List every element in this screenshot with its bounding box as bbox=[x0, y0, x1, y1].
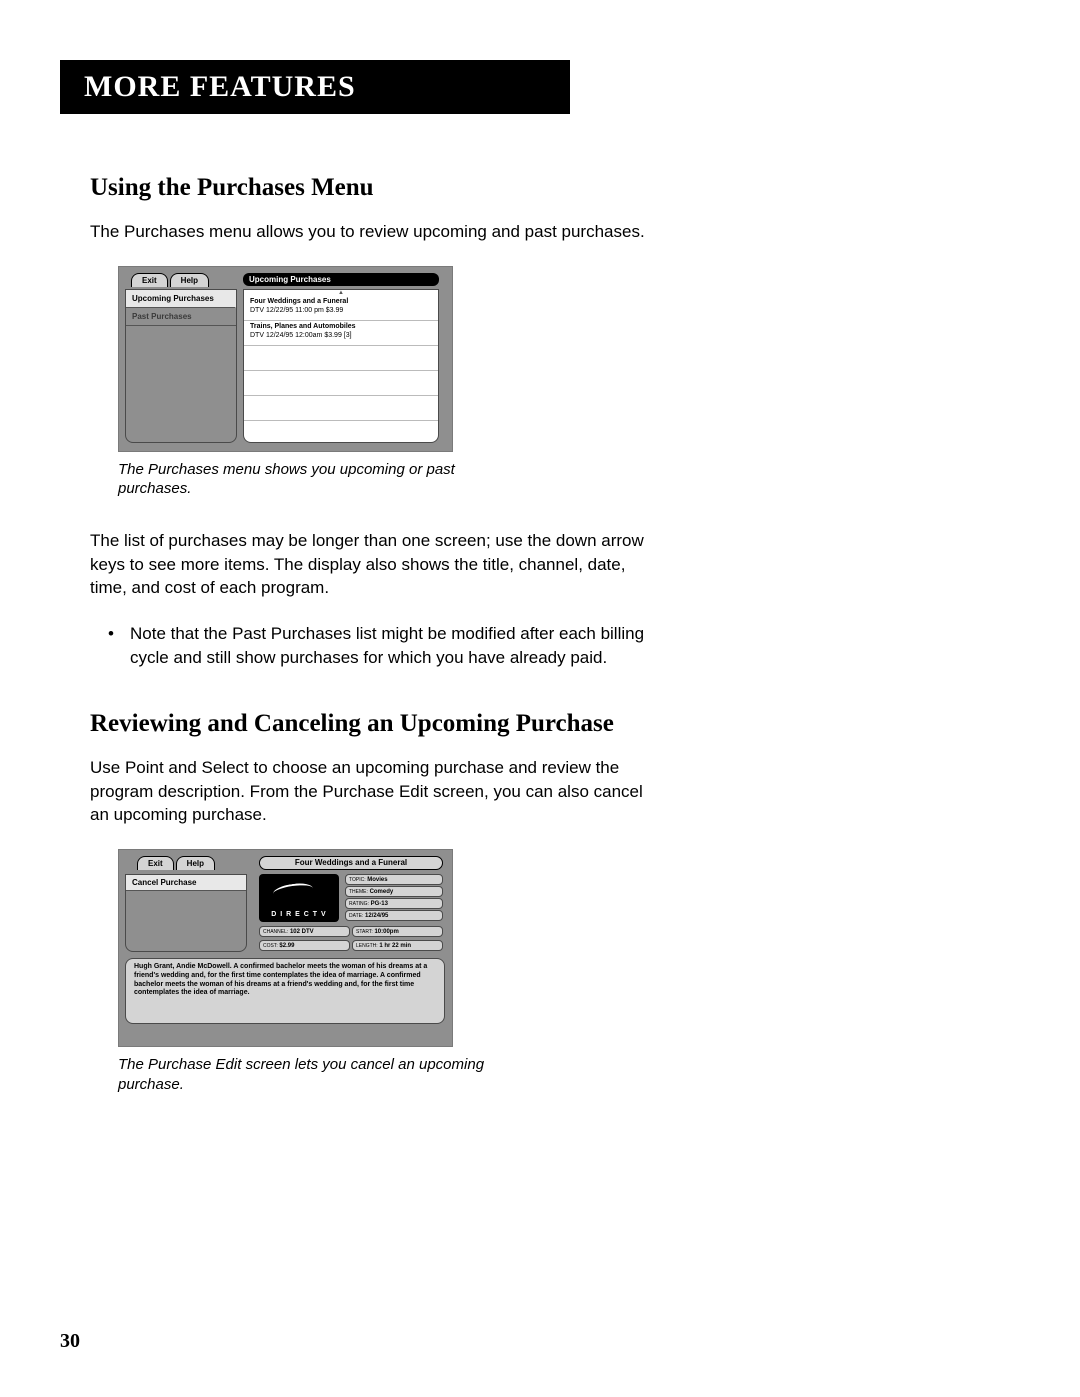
bullet-note: Note that the Past Purchases list might … bbox=[108, 622, 648, 670]
program-description: Hugh Grant, Andie McDowell. A confirmed … bbox=[125, 958, 445, 1024]
list-heading: Upcoming Purchases bbox=[243, 273, 439, 286]
start-field: START: 10:00pm bbox=[352, 926, 443, 937]
exit-tab[interactable]: Exit bbox=[131, 273, 168, 287]
list-item-empty bbox=[244, 396, 438, 421]
item-meta: DTV 12/24/95 12:00am $3.99 [3] bbox=[250, 332, 432, 341]
item-title: Four Weddings and a Funeral bbox=[250, 298, 432, 307]
length-field: LENGTH: 1 hr 22 min bbox=[352, 940, 443, 951]
exit-tab[interactable]: Exit bbox=[137, 856, 174, 870]
purchases-sidebar: Upcoming Purchases Past Purchases bbox=[125, 289, 237, 443]
body-paragraph: The list of purchases may be longer than… bbox=[90, 529, 650, 600]
list-item[interactable]: Trains, Planes and Automobiles DTV 12/24… bbox=[244, 321, 438, 346]
page-number: 30 bbox=[60, 1330, 80, 1353]
item-title: Trains, Planes and Automobiles bbox=[250, 323, 432, 332]
program-title: Four Weddings and a Funeral bbox=[259, 856, 443, 870]
intro-paragraph-2: Use Point and Select to choose an upcomi… bbox=[90, 756, 650, 827]
logo-swoosh-icon bbox=[272, 881, 314, 900]
list-item-empty bbox=[244, 371, 438, 396]
channel-field: CHANNEL: 102 DTV bbox=[259, 926, 350, 937]
heading-review-cancel: Reviewing and Canceling an Upcoming Purc… bbox=[90, 710, 990, 738]
purchase-edit-screenshot: Exit Help Four Weddings and a Funeral Ca… bbox=[118, 849, 453, 1047]
rating-field: RATING: PG-13 bbox=[345, 898, 443, 909]
date-field: DATE: 12/24/95 bbox=[345, 910, 443, 921]
edit-sidebar: Cancel Purchase bbox=[125, 874, 247, 952]
figure-caption-1: The Purchases menu shows you upcoming or… bbox=[118, 460, 518, 499]
intro-paragraph: The Purchases menu allows you to review … bbox=[90, 220, 650, 244]
list-item-empty bbox=[244, 346, 438, 371]
logo-text: D I R E C T V bbox=[271, 911, 326, 918]
directv-logo: D I R E C T V bbox=[259, 874, 339, 922]
program-metadata: TOPIC: Movies THEME: Comedy RATING: PG-1… bbox=[345, 874, 443, 922]
purchases-menu-screenshot: Exit Help Upcoming Purchases Upcoming Pu… bbox=[118, 266, 453, 452]
sidebar-item-upcoming[interactable]: Upcoming Purchases bbox=[126, 290, 236, 308]
heading-using-purchases: Using the Purchases Menu bbox=[90, 174, 990, 202]
cost-field: COST: $2.99 bbox=[259, 940, 350, 951]
purchases-list: ▲ Four Weddings and a Funeral DTV 12/22/… bbox=[243, 289, 439, 443]
help-tab[interactable]: Help bbox=[176, 856, 215, 870]
sidebar-item-past[interactable]: Past Purchases bbox=[126, 308, 236, 326]
section-header: MORE FEATURES bbox=[60, 60, 570, 114]
cancel-purchase-button[interactable]: Cancel Purchase bbox=[126, 875, 246, 891]
topic-field: TOPIC: Movies bbox=[345, 874, 443, 885]
theme-field: THEME: Comedy bbox=[345, 886, 443, 897]
help-tab[interactable]: Help bbox=[170, 273, 209, 287]
figure-caption-2: The Purchase Edit screen lets you cancel… bbox=[118, 1055, 518, 1094]
list-item[interactable]: Four Weddings and a Funeral DTV 12/22/95… bbox=[244, 296, 438, 321]
item-meta: DTV 12/22/95 11:00 pm $3.99 bbox=[250, 307, 432, 316]
